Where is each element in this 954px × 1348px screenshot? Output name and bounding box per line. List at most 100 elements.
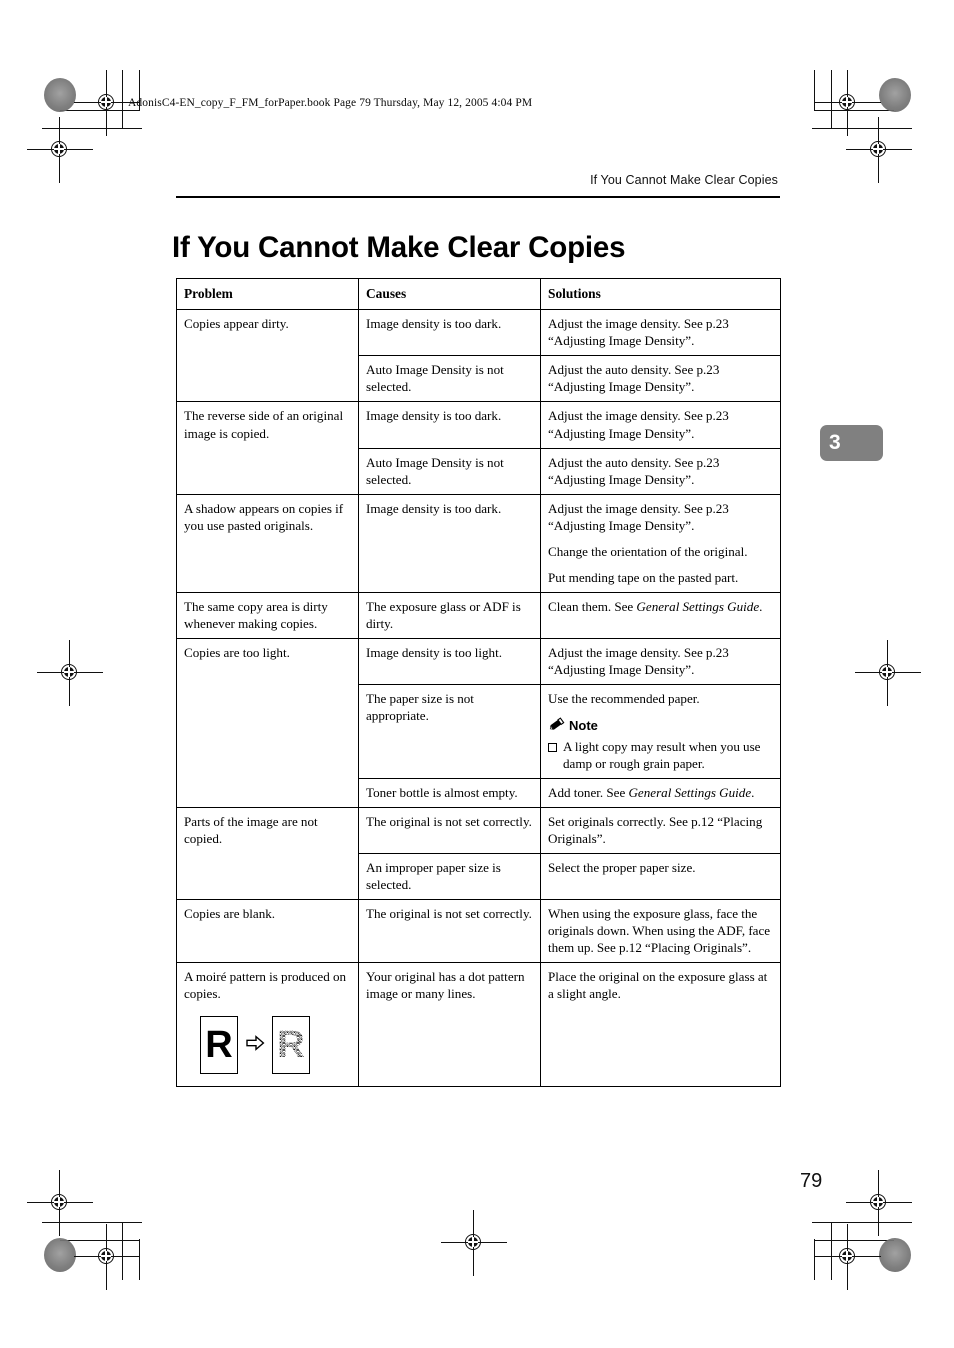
cell-solution: Adjust the image density. See p.23 “Adju… — [540, 309, 781, 357]
pencil-icon — [548, 717, 565, 736]
crop-line — [42, 1222, 142, 1223]
problem-text: A moiré pattern is produced on copies. — [184, 968, 347, 1001]
square-bullet-icon — [548, 742, 557, 752]
crop-line — [814, 1240, 894, 1241]
solution-paragraph: Adjust the auto density. See p.23 “Adjus… — [548, 362, 720, 395]
file-slug-line: AdonisC4-EN_copy_F_FM_forPaper.book Page… — [128, 97, 533, 109]
header-rule — [176, 196, 780, 198]
column-header-causes: Causes — [358, 277, 541, 311]
chapter-tab-marker: 3 — [820, 425, 883, 461]
troubleshooting-table-wrapper: Problem Causes Solutions Copies appear d… — [176, 277, 781, 1087]
cell-problem: A shadow appears on copies if you use pa… — [176, 493, 359, 593]
registration-target — [815, 70, 881, 136]
cell-cause: Your original has a dot pattern image or… — [358, 961, 541, 1087]
cell-solution: Adjust the auto density. See p.23 “Adjus… — [540, 355, 781, 403]
solution-text-after: . — [759, 598, 763, 614]
registration-target — [846, 117, 912, 183]
cell-problem: Copies are too light. — [176, 637, 359, 808]
cell-problem: Parts of the image are not copied. — [176, 806, 359, 900]
running-head: If You Cannot Make Clear Copies — [590, 173, 778, 187]
table-row: A moiré pattern is produced on copies. R… — [176, 961, 781, 1087]
cell-solution: Adjust the image density. See p.23 “Adju… — [540, 401, 781, 449]
solution-paragraph: Adjust the image density. See p.23 “Adju… — [548, 408, 729, 441]
table-row: Parts of the image are not copied. The o… — [176, 806, 781, 900]
cell-cause: Toner bottle is almost empty. — [358, 777, 541, 808]
solution-paragraph: Change the orientation of the original. — [548, 543, 748, 559]
cell-solution: Clean them. See General Settings Guide. — [540, 591, 781, 639]
solution-paragraph: Put mending tape on the pasted part. — [548, 569, 739, 585]
cell-cause: Auto Image Density is not selected. — [358, 447, 541, 495]
table-row: A shadow appears on copies if you use pa… — [176, 493, 781, 593]
cell-cause: Image density is too dark. — [358, 493, 541, 593]
cell-cause: The original is not set correctly. — [358, 898, 541, 963]
table-row: The reverse side of an original image is… — [176, 401, 781, 495]
registration-target — [37, 640, 103, 706]
registration-target — [855, 640, 921, 706]
crop-line — [42, 128, 142, 129]
column-header-problem: Problem — [176, 277, 359, 311]
table-row: The same copy area is dirty whenever mak… — [176, 591, 781, 639]
cell-cause: Image density is too dark. — [358, 401, 541, 449]
crop-line — [831, 70, 832, 129]
registration-target — [846, 1170, 912, 1236]
cell-solution: Adjust the auto density. See p.23 “Adjus… — [540, 447, 781, 495]
letter-r-original: R — [205, 1023, 233, 1066]
note-label: Note — [569, 717, 598, 733]
cell-cause: The original is not set correctly. — [358, 806, 541, 854]
solution-text-before: Add toner. See — [548, 784, 629, 800]
solution-paragraph: Use the recommended paper. — [548, 690, 700, 706]
cell-problem: A moiré pattern is produced on copies. R… — [176, 961, 359, 1087]
solution-paragraph: Place the original on the exposure glass… — [548, 968, 768, 1001]
column-header-solutions: Solutions — [540, 277, 781, 311]
solution-paragraph: Adjust the image density. See p.23 “Adju… — [548, 316, 729, 349]
crop-line — [60, 110, 140, 111]
manual-reference-title: General Settings Guide — [628, 784, 752, 800]
crop-line — [814, 110, 894, 111]
cell-cause: The exposure glass or ADF is dirty. — [358, 591, 541, 639]
troubleshooting-table: Problem Causes Solutions Copies appear d… — [176, 277, 781, 1087]
cell-cause: Image density is too light. — [358, 637, 541, 685]
solution-paragraph: Adjust the auto density. See p.23 “Adjus… — [548, 454, 720, 487]
note-item-text: A light copy may result when you use dam… — [563, 738, 761, 771]
registration-target — [441, 1210, 507, 1276]
note-list-item: A light copy may result when you use dam… — [548, 738, 774, 772]
crop-line — [122, 1222, 123, 1280]
solution-paragraph: Adjust the image density. See p.23 “Adju… — [548, 644, 729, 677]
solution-paragraph: When using the exposure glass, face the … — [548, 905, 771, 955]
solution-paragraph: Clean them. See General Settings Guide. — [548, 598, 774, 615]
page-title: If You Cannot Make Clear Copies — [172, 230, 626, 264]
note-heading: Note — [548, 717, 774, 736]
crop-line — [139, 1239, 140, 1280]
crop-line — [812, 128, 912, 129]
registration-target — [74, 70, 140, 136]
registration-target — [815, 1224, 881, 1290]
moire-illustration: R R — [200, 1015, 352, 1074]
cell-solution: Adjust the image density. See p.23 “Adju… — [540, 637, 781, 685]
chapter-tab-number: 3 — [829, 431, 841, 454]
crop-line — [812, 1222, 912, 1223]
solution-paragraph: Select the proper paper size. — [548, 859, 696, 875]
table-header-row: Problem Causes Solutions — [176, 277, 781, 311]
arrow-right-icon — [245, 1033, 265, 1057]
table-row: Copies are blank. The original is not se… — [176, 898, 781, 963]
copy-sample-box: R — [272, 1015, 310, 1074]
cell-cause: Auto Image Density is not selected. — [358, 355, 541, 403]
page-number: 79 — [800, 1170, 823, 1192]
cell-cause: The paper size is not appropriate. — [358, 683, 541, 779]
cell-cause: An improper paper size is selected. — [358, 852, 541, 900]
cell-solution: Select the proper paper size. — [540, 852, 781, 900]
cell-problem: The reverse side of an original image is… — [176, 401, 359, 495]
cell-solution: Use the recommended paper. Note A light … — [540, 683, 781, 779]
registration-target — [27, 1170, 93, 1236]
crop-line — [814, 70, 815, 111]
registration-target — [27, 117, 93, 183]
registration-target — [74, 1224, 140, 1290]
cell-problem: The same copy area is dirty whenever mak… — [176, 591, 359, 639]
cell-problem: Copies appear dirty. — [176, 309, 359, 403]
table-row: Copies appear dirty. Image density is to… — [176, 309, 781, 403]
table-row: Copies are too light. Image density is t… — [176, 637, 781, 808]
cell-solution: Place the original on the exposure glass… — [540, 961, 781, 1087]
cell-problem: Copies are blank. — [176, 898, 359, 963]
original-sample-box: R — [200, 1015, 238, 1074]
cell-solution: Adjust the image density. See p.23 “Adju… — [540, 493, 781, 593]
